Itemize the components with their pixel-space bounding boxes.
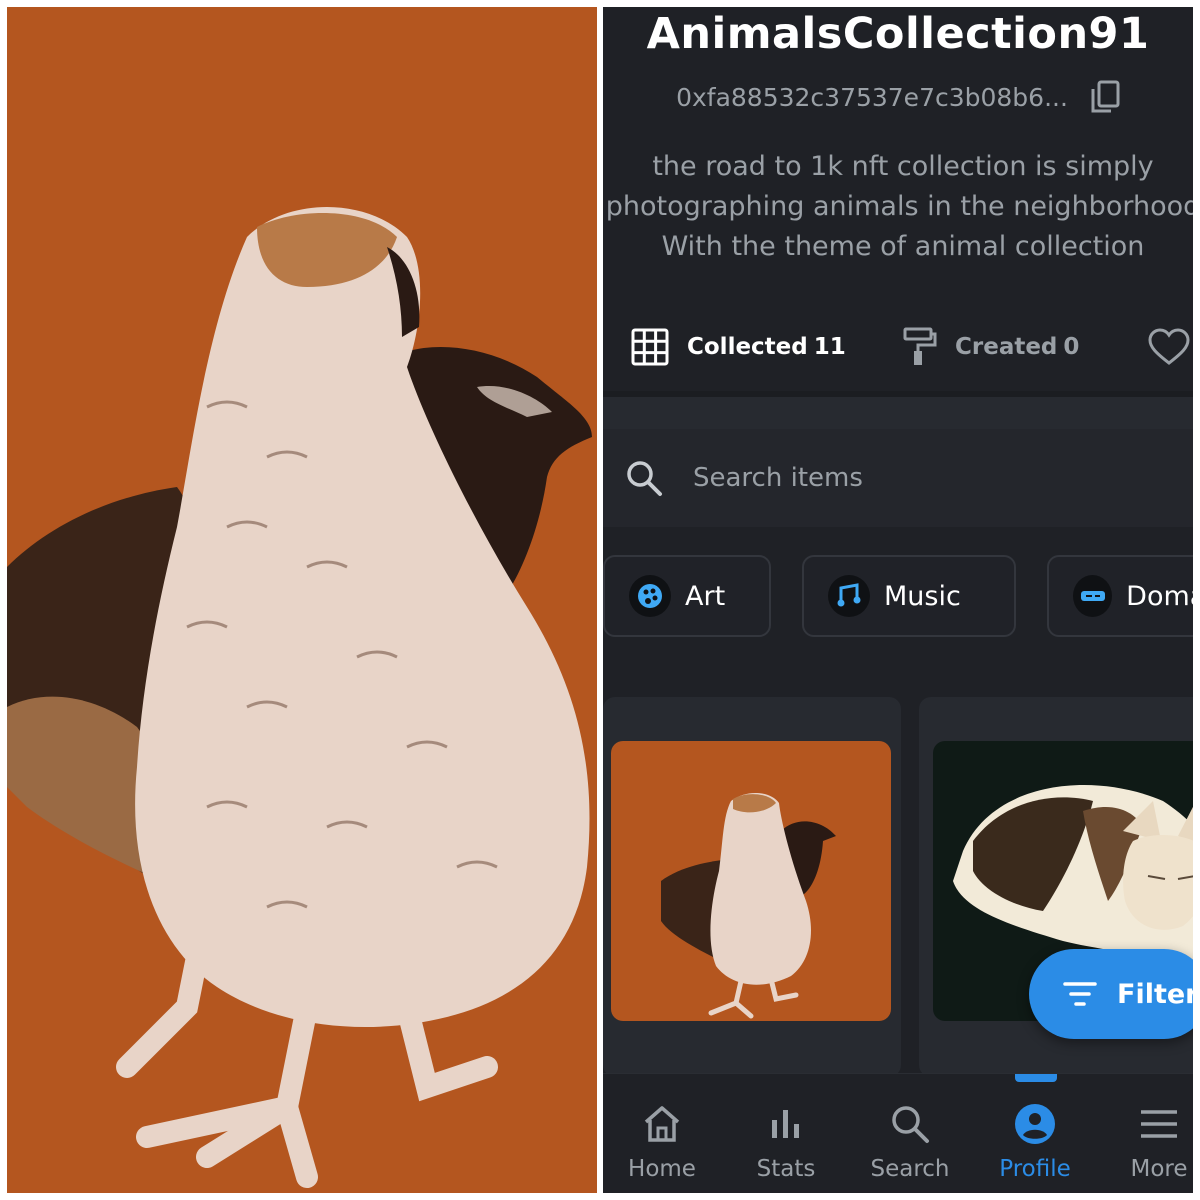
- nav-label: Search: [870, 1156, 950, 1182]
- domain-icon: [1073, 575, 1113, 617]
- palette-icon: [629, 575, 671, 617]
- nav-label: Profile: [999, 1156, 1071, 1182]
- nav-item-search[interactable]: Search: [855, 1074, 965, 1193]
- profile-screen: AnimalsCollection91 0xfa88532c37537e7c3b…: [603, 7, 1193, 1193]
- filter-button[interactable]: Filter: [1029, 949, 1193, 1039]
- nav-item-stats[interactable]: Stats: [731, 1074, 841, 1193]
- category-chip-domains[interactable]: Domains: [1047, 555, 1193, 637]
- chip-label: Art: [685, 580, 726, 612]
- tab-count: 0: [1063, 334, 1080, 360]
- paint-roller-icon: [903, 327, 937, 365]
- tab-collected[interactable]: Collected 11: [631, 313, 846, 381]
- tab-favorites[interactable]: [1148, 313, 1190, 381]
- nft-card[interactable]: [603, 697, 901, 1077]
- collection-description: the road to 1k nft collection is simply …: [603, 147, 1193, 267]
- chip-label: Music: [884, 580, 961, 612]
- tab-label: Created: [955, 334, 1058, 360]
- profile-tabs: Collected 11 Created 0: [603, 313, 1193, 399]
- nav-label: More: [1130, 1156, 1188, 1182]
- bio-line: the road to 1k nft collection is simply: [652, 151, 1154, 182]
- music-note-icon: [828, 575, 870, 617]
- filter-icon: [1063, 982, 1097, 1006]
- nft-thumbnail: [611, 741, 891, 1021]
- heart-icon: [1148, 328, 1190, 365]
- nav-item-profile[interactable]: Profile: [980, 1074, 1090, 1193]
- home-icon: [640, 1102, 684, 1146]
- grid-icon: [631, 328, 669, 366]
- bar-chart-icon: [764, 1102, 808, 1146]
- nav-label: Home: [628, 1156, 696, 1182]
- section-separator: [603, 397, 1193, 429]
- bottom-navigation: Home Stats Search Profile More: [603, 1073, 1193, 1193]
- nav-label: Stats: [756, 1156, 816, 1182]
- menu-icon: [1137, 1102, 1181, 1146]
- category-chips: Art Music Domains: [603, 555, 1193, 639]
- wallet-address: 0xfa88532c37537e7c3b08b6...: [676, 82, 1068, 112]
- search-input[interactable]: [693, 463, 1113, 493]
- tab-created[interactable]: Created 0: [903, 313, 1079, 381]
- category-chip-art[interactable]: Art: [603, 555, 771, 637]
- tab-label: Collected: [687, 334, 808, 360]
- chicks-thumbnail-image: [611, 741, 891, 1021]
- collection-title: AnimalsCollection91: [646, 9, 1150, 59]
- bio-line: photographing animals in the neighborhoo…: [605, 191, 1193, 222]
- copy-icon[interactable]: [1090, 80, 1120, 114]
- nav-item-home[interactable]: Home: [607, 1074, 717, 1193]
- featured-artwork: [7, 7, 597, 1193]
- profile-icon: [1013, 1102, 1057, 1146]
- chip-label: Domains: [1126, 580, 1193, 612]
- tab-count: 11: [813, 334, 846, 360]
- filter-label: Filter: [1117, 978, 1193, 1010]
- chicks-artwork-image: [7, 7, 597, 1193]
- category-chip-music[interactable]: Music: [802, 555, 1016, 637]
- search-bar: [603, 429, 1193, 527]
- search-icon: [627, 461, 662, 496]
- bio-line: With the theme of animal collection: [661, 231, 1145, 262]
- nav-item-more[interactable]: More: [1104, 1074, 1193, 1193]
- search-icon: [888, 1102, 932, 1146]
- wallet-address-row: 0xfa88532c37537e7c3b08b6...: [603, 79, 1193, 115]
